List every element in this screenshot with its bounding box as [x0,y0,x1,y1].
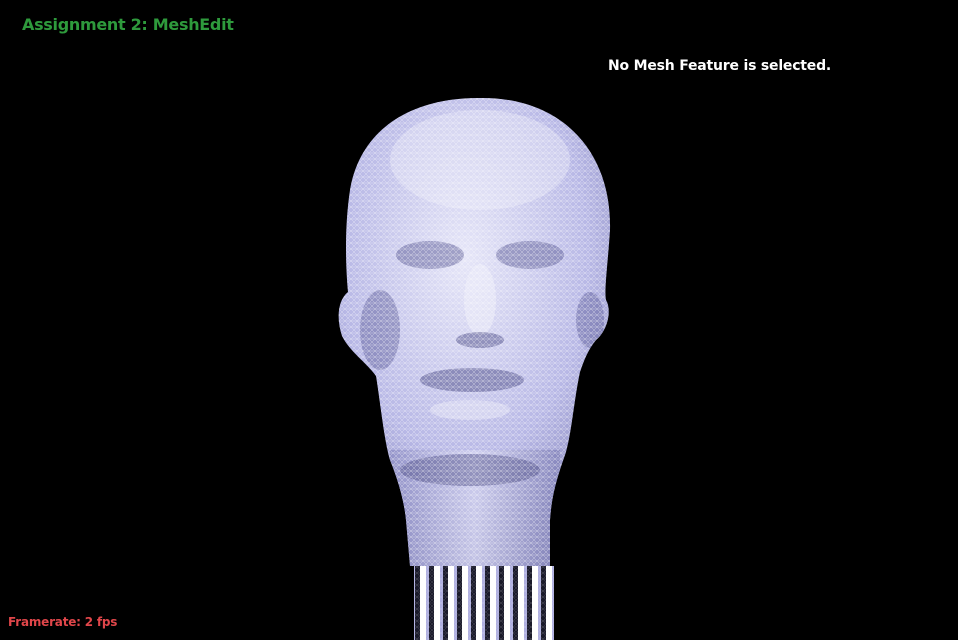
mesh-viewport[interactable]: Assignment 2: MeshEdit No Mesh Feature i… [0,0,958,640]
mesh-head-icon[interactable] [0,0,958,640]
mesh-neck-cylinder [414,566,554,640]
app-title: Assignment 2: MeshEdit [22,15,234,34]
mesh-head-surface [338,97,611,566]
framerate-readout: Framerate: 2 fps [8,615,118,629]
selection-status-text: No Mesh Feature is selected. [608,58,832,74]
